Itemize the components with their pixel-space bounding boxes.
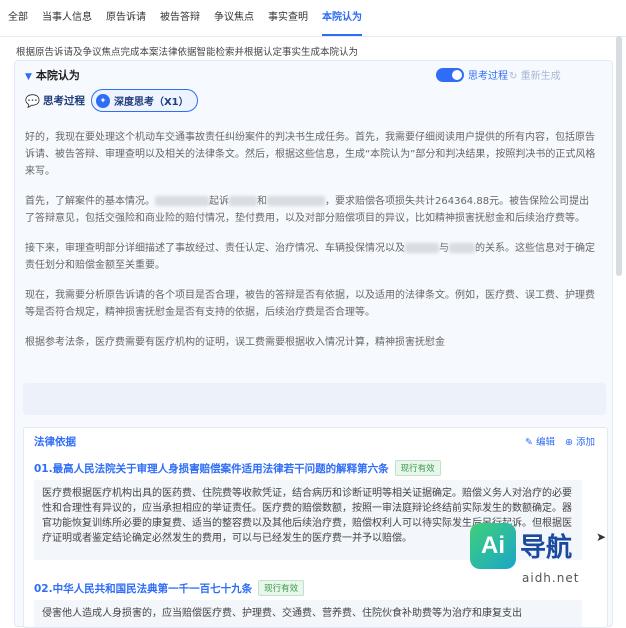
text-span: 与: [439, 243, 449, 254]
panel-title: ▼ 本院认为: [25, 67, 80, 83]
toggle-label: 思考过程: [468, 71, 508, 82]
watermark-nav: 导航: [520, 533, 573, 563]
redacted-text: [449, 243, 475, 253]
watermark-url: aidh.net: [522, 571, 580, 585]
redacted-text: [155, 196, 209, 206]
tab-plaintiff-claims[interactable]: 原告诉请: [106, 0, 146, 36]
text-span: 接下来，审理查明部分详细描述了事故经过、责任认定、治疗情况、车辆投保情况以及: [25, 243, 405, 254]
thinking-paragraph: 好的，我现在要处理这个机动车交通事故责任纠纷案件的判决书生成任务。首先，我需要仔…: [25, 132, 596, 177]
tab-bar: 全部 当事人信息 原告诉请 被告答辩 争议焦点 事实查明 本院认为: [0, 0, 626, 37]
status-badge: 现行有效: [394, 460, 441, 476]
thinking-paragraph: 根据参考法条，医疗费需要有医疗机构的证明，误工费需要根据收入情况计算，精神损害抚…: [25, 337, 445, 348]
refresh-icon: ↻: [509, 71, 518, 82]
mouse-cursor-icon: ➤: [596, 530, 607, 544]
redacted-text: [267, 196, 325, 206]
text-span: 首先，了解案件的基本情况。: [25, 196, 155, 207]
law-title-text: 02.中华人民共和国民法典第一千一百七十九条: [34, 582, 253, 595]
redacted-text: [405, 243, 439, 253]
add-button[interactable]: ⊕ 添加: [565, 434, 595, 448]
tab-party-info[interactable]: 当事人信息: [42, 0, 92, 36]
text-span: 和: [257, 196, 267, 207]
tab-defendant-response[interactable]: 被告答辩: [160, 0, 200, 36]
watermark-ai: Ai: [470, 523, 516, 569]
thinking-header: 💬 思考过程 ✦ 深度思考（X1）: [25, 89, 198, 112]
regenerate-label: 重新生成: [520, 71, 561, 82]
watermark-logo: Ai 导航 aidh.net: [470, 515, 588, 595]
status-badge: 现行有效: [258, 580, 305, 596]
deep-thinking-label: 深度思考（X1）: [113, 97, 189, 108]
edit-button[interactable]: ✎ 编辑: [525, 434, 555, 448]
tab-all[interactable]: 全部: [8, 0, 28, 36]
thinking-paragraph: 现在，我需要分析原告诉请的各个项目是否合理，被告的答辩是否有依据，以及适用的法律…: [25, 290, 595, 318]
redacted-text: [229, 196, 257, 206]
deep-thinking-button[interactable]: ✦ 深度思考（X1）: [90, 89, 198, 112]
law-item-text: 侵害他人造成人身损害的，应当赔偿医疗费、护理费、交通费、营养费、住院伙食补助费等…: [34, 600, 582, 627]
chat-bubble-icon: 💬: [25, 93, 40, 108]
tab-court-opinion[interactable]: 本院认为: [322, 0, 362, 36]
bullet-icon: ▼: [25, 72, 32, 82]
thinking-footer-area: [23, 383, 606, 415]
brain-icon: ✦: [95, 93, 110, 108]
edit-icon: ✎: [524, 437, 533, 448]
panel-title-text: 本院认为: [35, 69, 80, 82]
page-subtitle: 根据原告诉请及争议焦点完成本案法律依据智能检索并根据认定事实生成本院认为: [16, 47, 359, 58]
add-label: 添加: [575, 437, 595, 448]
thinking-paragraph: 首先，了解案件的基本情况。 起诉和，要求赔偿各项损失共计264364.88元。被告…: [25, 193, 597, 227]
law-item-title[interactable]: 02.中华人民共和国民法典第一千一百七十九条 现行有效: [34, 580, 305, 596]
tab-dispute-focus[interactable]: 争议焦点: [214, 0, 254, 36]
legal-basis-actions: ✎ 编辑 ⊕ 添加: [525, 434, 595, 448]
regenerate-button[interactable]: ↻ 重新生成: [509, 67, 561, 82]
edit-label: 编辑: [535, 437, 555, 448]
law-item-title[interactable]: 01.最高人民法院关于审理人身损害赔偿案件适用法律若干问题的解释第六条 现行有效: [34, 460, 441, 476]
thinking-content: 好的，我现在要处理这个机动车交通事故责任纠纷案件的判决书生成任务。首先，我需要仔…: [25, 129, 597, 364]
thinking-paragraph: 接下来，审理查明部分详细描述了事故经过、责任认定、治疗情况、车辆投保情况以及与的…: [25, 240, 597, 274]
scrollbar[interactable]: [616, 36, 622, 276]
tab-fact-finding[interactable]: 事实查明: [268, 0, 308, 36]
toggle-switch[interactable]: [436, 67, 464, 82]
law-title-text: 01.最高人民法院关于审理人身损害赔偿案件适用法律若干问题的解释第六条: [34, 462, 389, 475]
text-span: 起诉: [209, 196, 229, 207]
thinking-toggle[interactable]: 思考过程: [436, 67, 508, 82]
legal-basis-title: 法律依据: [34, 436, 76, 448]
thinking-label: 思考过程: [42, 95, 85, 107]
add-icon: ⊕: [564, 437, 573, 448]
